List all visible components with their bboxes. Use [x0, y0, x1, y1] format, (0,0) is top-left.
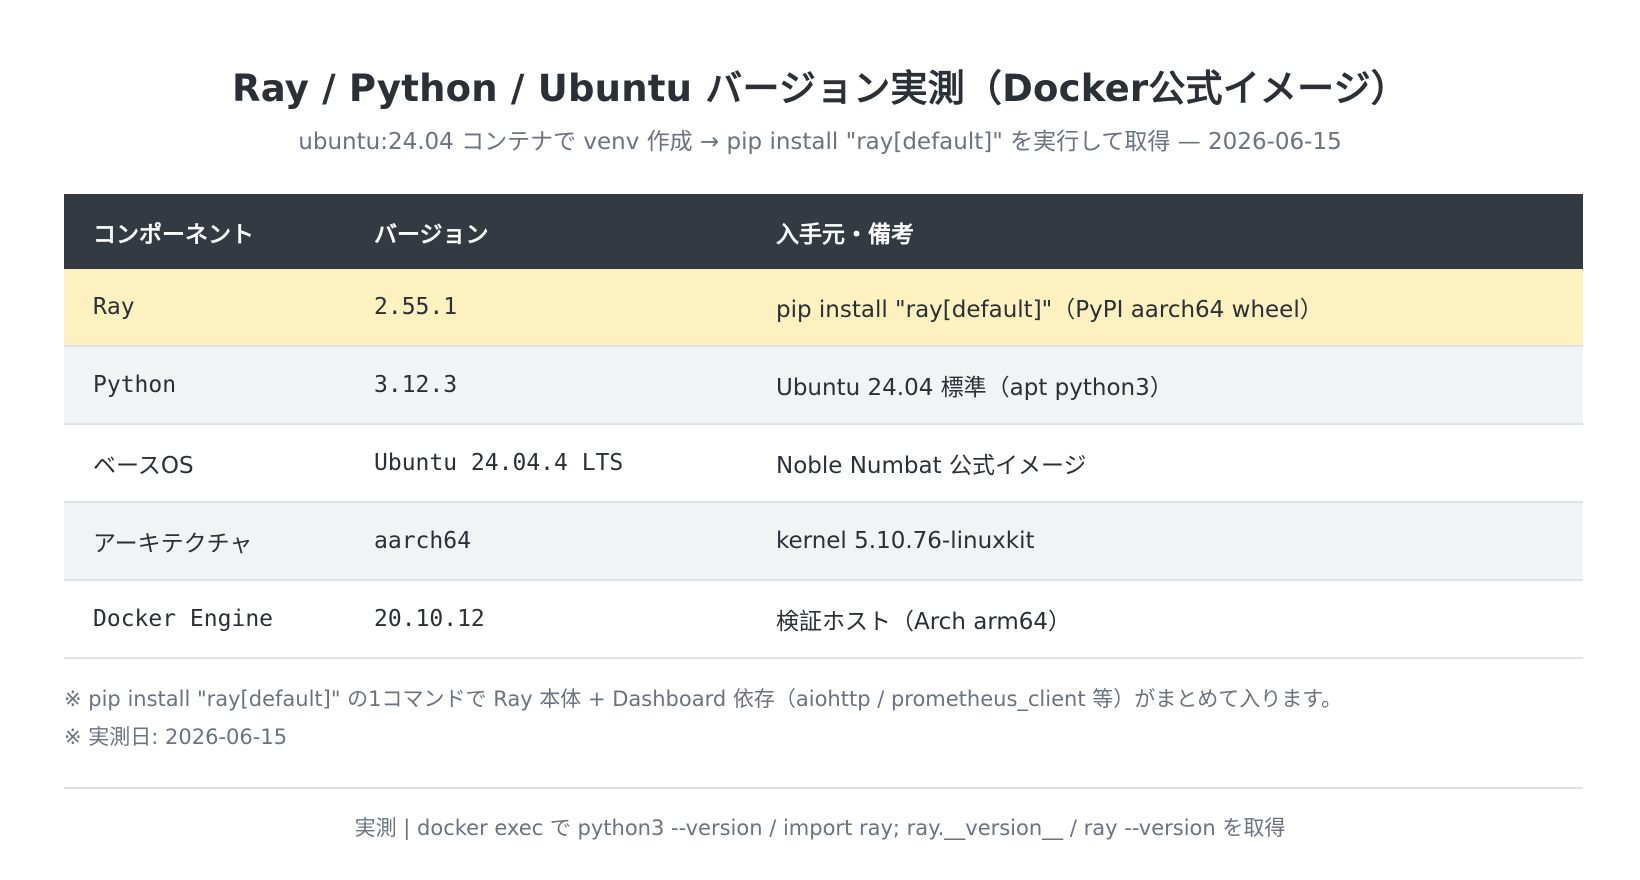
- page-title: Ray / Python / Ubuntu バージョン実測（Docker公式イメ…: [232, 67, 1408, 110]
- column-header-component: コンポーネント: [64, 194, 374, 269]
- cell-version: aarch64: [374, 502, 776, 581]
- cell-component: ベースOS: [64, 424, 374, 503]
- table-row-python: Python 3.12.3 Ubuntu 24.04 標準（apt python…: [64, 346, 1583, 425]
- column-header-version: バージョン: [374, 194, 776, 269]
- note-item: ※ pip install "ray[default]" の1コマンドで Ray…: [64, 687, 1343, 711]
- table-header: コンポーネント バージョン 入手元・備考: [64, 194, 1583, 269]
- cell-component: アーキテクチャ: [64, 502, 374, 581]
- table-row-docker-engine: Docker Engine 20.10.12 検証ホスト（Arch arm64）: [64, 580, 1583, 659]
- cell-source: kernel 5.10.76-linuxkit: [776, 502, 1583, 581]
- cell-component: Ray: [64, 269, 374, 347]
- cell-version: Ubuntu 24.04.4 LTS: [374, 424, 776, 503]
- table-row-base-os: ベースOS Ubuntu 24.04.4 LTS Noble Numbat 公式…: [64, 424, 1583, 503]
- cell-source: pip install "ray[default]"（PyPI aarch64 …: [776, 269, 1583, 347]
- cell-version: 2.55.1: [374, 269, 776, 347]
- column-header-source: 入手元・備考: [776, 194, 1583, 269]
- table-row-ray: Ray 2.55.1 pip install "ray[default]"（Py…: [64, 269, 1583, 347]
- cell-component: Python: [64, 346, 374, 425]
- page-subtitle: ubuntu:24.04 コンテナで venv 作成 → pip install…: [298, 129, 1342, 155]
- version-table: コンポーネント バージョン 入手元・備考 Ray 2.55.1 pip inst…: [64, 194, 1583, 659]
- cell-version: 20.10.12: [374, 580, 776, 659]
- cell-source: Ubuntu 24.04 標準（apt python3）: [776, 346, 1583, 425]
- cell-source: 検証ホスト（Arch arm64）: [776, 580, 1583, 659]
- notes: ※ pip install "ray[default]" の1コマンドで Ray…: [64, 680, 1342, 756]
- cell-source: Noble Numbat 公式イメージ: [776, 424, 1583, 503]
- footer-divider: [64, 787, 1583, 789]
- table-row-architecture: アーキテクチャ aarch64 kernel 5.10.76-linuxkit: [64, 502, 1583, 581]
- note-item: ※ 実測日: 2026-06-15: [64, 725, 288, 749]
- cell-component: Docker Engine: [64, 580, 374, 659]
- footer-text: 実測 | docker exec で python3 --version / i…: [354, 816, 1286, 840]
- cell-version: 3.12.3: [374, 346, 776, 425]
